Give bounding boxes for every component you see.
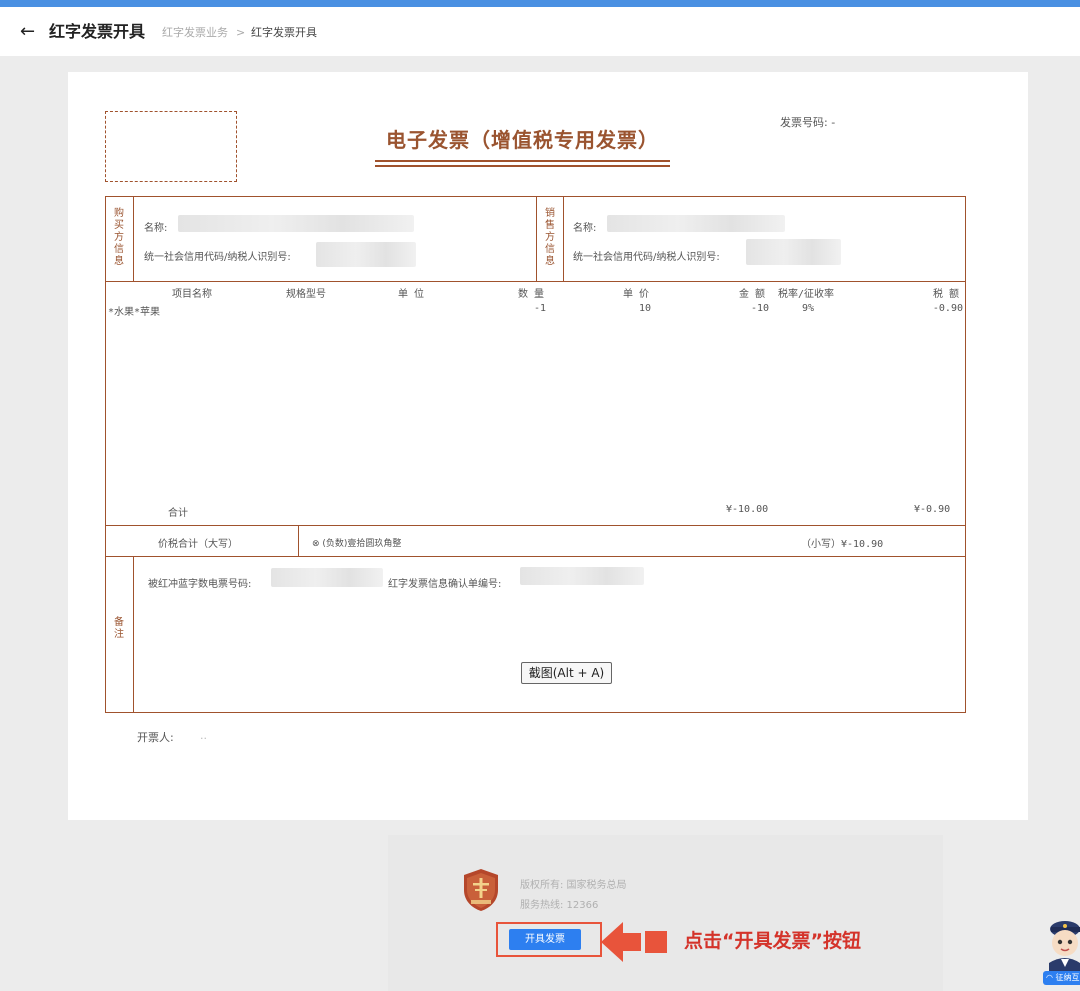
seller-name-redacted [607, 215, 785, 232]
column-header-item-name: 项目名称 [172, 289, 212, 300]
item-tax-rate: 9% [802, 303, 815, 314]
total-tax: ¥-0.90 [914, 504, 951, 515]
tax-bureau-emblem-icon [464, 869, 498, 911]
seller-section-label: 销售方信息 [545, 208, 555, 267]
total-amount: ¥-10.00 [726, 504, 769, 515]
buyer-tax-id-label: 统一社会信用代码/纳税人识别号: [144, 252, 291, 263]
item-price: 10 [638, 303, 651, 314]
seller-name-label: 名称: [573, 223, 597, 234]
column-header-tax: 税 额 [933, 289, 960, 300]
buyer-name-label: 名称: [144, 223, 168, 234]
footer-panel [388, 835, 943, 991]
back-arrow-icon[interactable]: ← [20, 22, 35, 42]
buyer-name-redacted [178, 215, 414, 232]
grand-total-small: （小写）¥-10.90 [801, 539, 884, 550]
remark-blue-invoice-redacted [271, 568, 383, 587]
assistant-avatar-icon[interactable] [1043, 917, 1080, 975]
invoice-table: 购买方信息 销售方信息 名称: 统一社会信用代码/纳税人识别号: 名称: 统一社… [105, 196, 966, 713]
column-header-price: 单 价 [623, 289, 650, 300]
column-header-amount: 金 额 [739, 289, 766, 300]
remark-confirm-label: 红字发票信息确认单编号: [388, 579, 502, 590]
seller-tax-id-redacted [746, 239, 841, 265]
breadcrumb-separator: > [236, 26, 246, 39]
issuer-label: 开票人: [137, 731, 174, 744]
column-header-unit: 单 位 [398, 289, 425, 300]
item-amount: -10 [750, 303, 769, 314]
grand-total-label: 价税合计（大写） [158, 539, 238, 550]
invoice-number: 发票号码: - [780, 116, 836, 129]
issue-invoice-button[interactable]: 开具发票 [509, 929, 581, 950]
online-service-tag[interactable]: ◠ 征纳互动 [1043, 971, 1080, 985]
title-underline [375, 165, 670, 167]
top-accent-strip [0, 0, 1080, 7]
grand-total-words: ⊗ (负数)壹拾圆玖角整 [312, 539, 402, 549]
item-qty: -1 [533, 303, 546, 314]
column-header-spec: 规格型号 [286, 289, 326, 300]
page-header: ← 红字发票开具 红字发票业务 > 红字发票开具 [0, 7, 1080, 56]
total-label: 合计 [168, 508, 188, 519]
breadcrumb-red-invoice-business[interactable]: 红字发票业务 [162, 26, 228, 40]
screenshot-button[interactable]: 截图(Alt + A) [521, 662, 612, 684]
column-header-tax-rate: 税率/征收率 [778, 289, 835, 300]
remarks-label: 备注 [114, 617, 124, 640]
instruction-callout-text: 点击“开具发票”按钮 [684, 930, 861, 952]
title-underline [375, 160, 670, 162]
footer-hotline: 服务热线: 12366 [520, 900, 599, 911]
page-title: 红字发票开具 [49, 22, 146, 41]
buyer-section-label: 购买方信息 [114, 208, 124, 267]
remark-confirm-redacted [520, 567, 644, 585]
invoice-title: 电子发票（增值税专用发票） [386, 128, 659, 152]
item-tax: -0.90 [932, 303, 963, 314]
seller-tax-id-label: 统一社会信用代码/纳税人识别号: [573, 252, 720, 263]
column-header-qty: 数 量 [518, 289, 545, 300]
remark-blue-invoice-label: 被红冲蓝字数电票号码: [148, 579, 252, 590]
qr-code-placeholder [105, 111, 237, 182]
callout-arrow-icon [601, 922, 667, 962]
buyer-tax-id-redacted [316, 242, 416, 267]
footer-copyright: 版权所有: 国家税务总局 [520, 880, 627, 891]
item-name: *水果*苹果 [108, 307, 161, 318]
breadcrumb-current: 红字发票开具 [251, 26, 317, 39]
issuer-value: .. [200, 729, 207, 742]
